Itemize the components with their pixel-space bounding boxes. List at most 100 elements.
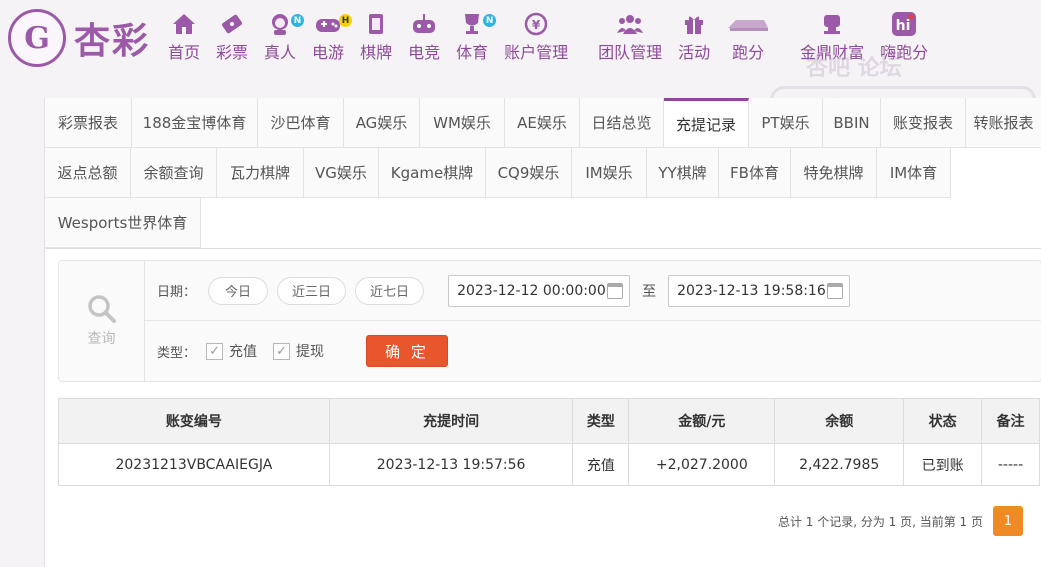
- col-time: 充提时间: [328, 398, 574, 444]
- checkmark-icon: ✓: [206, 342, 224, 360]
- start-date-input[interactable]: 2023-12-12 00:00:00: [448, 274, 631, 307]
- logo-emblem-icon: G: [8, 9, 66, 67]
- tab-fb-sports[interactable]: FB体育: [719, 148, 791, 198]
- nav-label: 跑分: [732, 43, 765, 62]
- start-date-value: 2023-12-12 00:00:00: [457, 282, 606, 299]
- page-button-1[interactable]: 1: [993, 506, 1023, 536]
- cell-amount: +2,027.2000: [628, 443, 776, 486]
- svg-text:¥: ¥: [532, 18, 541, 32]
- account-icon: ¥: [521, 10, 551, 38]
- pagination: 总计 1 个记录, 分为 1 页, 当前第 1 页 1: [778, 506, 1023, 536]
- nav-esports[interactable]: 电竞: [400, 10, 448, 70]
- new-badge: N: [291, 14, 305, 27]
- nav-chess[interactable]: 棋牌: [352, 10, 400, 70]
- tab-deposit-withdraw-records[interactable]: 充提记录: [664, 98, 749, 148]
- query-button[interactable]: 查询: [59, 261, 145, 381]
- nav-label: 金鼎财富: [800, 43, 865, 62]
- nav-slots[interactable]: 电游 H: [304, 10, 353, 70]
- quick-3days-button[interactable]: 近三日: [277, 276, 347, 305]
- nav-lottery[interactable]: 彩票: [208, 10, 256, 70]
- quick-7days-button[interactable]: 近七日: [355, 276, 425, 305]
- dealer-icon: [265, 10, 295, 38]
- tab-bbin[interactable]: BBIN: [823, 98, 881, 148]
- nav-label: 团队管理: [598, 43, 663, 62]
- nav-label: 账户管理: [504, 43, 569, 62]
- col-amount: 金额/元: [628, 398, 776, 444]
- quick-today-button[interactable]: 今日: [208, 276, 269, 305]
- type-withdraw-checkbox[interactable]: ✓ 提现: [273, 341, 324, 361]
- tab-balance-query[interactable]: 余额查询: [131, 148, 217, 198]
- team-icon: [615, 10, 645, 38]
- col-balance: 余额: [774, 398, 905, 444]
- nav-race[interactable]: 跑分: [718, 10, 778, 70]
- cell-remark: -----: [981, 443, 1040, 486]
- tab-kgame-chess[interactable]: Kgame棋牌: [379, 148, 486, 198]
- calendar-icon: [827, 282, 844, 299]
- table-header-row: 账变编号 充提时间 类型 金额/元 余额 状态 备注: [58, 398, 1040, 444]
- report-tabs: 彩票报表 188金宝博体育 沙巴体育 AG娱乐 WM娱乐 AE娱乐 日结总览 充…: [45, 98, 1041, 249]
- date-row: 日期： 今日 近三日 近七日 2023-12-12 00:00:00 至 202…: [145, 261, 1041, 321]
- svg-text:hi: hi: [896, 18, 911, 34]
- tab-rebate-total[interactable]: 返点总额: [45, 148, 131, 198]
- nav-label: 棋牌: [360, 43, 393, 62]
- tab-balance-change-report[interactable]: 账变报表: [881, 98, 966, 148]
- nav-label: 彩票: [216, 43, 249, 62]
- cell-status: 已到账: [903, 443, 983, 486]
- tab-saba-sports[interactable]: 沙巴体育: [258, 98, 344, 148]
- cell-time: 2023-12-13 19:57:56: [328, 443, 574, 486]
- query-label: 查询: [87, 331, 116, 347]
- tab-wm[interactable]: WM娱乐: [420, 98, 505, 148]
- date-label: 日期：: [157, 285, 197, 300]
- tab-wesports[interactable]: Wesports世界体育: [45, 198, 201, 248]
- end-date-input[interactable]: 2023-12-13 19:58:16: [668, 274, 851, 307]
- tab-im[interactable]: IM娱乐: [572, 148, 647, 198]
- nav-label: 电游: [312, 43, 345, 62]
- col-remark: 备注: [981, 398, 1040, 444]
- main-nav: 首页 彩票 真人 N 电游 H 棋牌 电竞 体育 N ¥ 账户管理 团队管理 活…: [160, 10, 936, 70]
- calendar-icon: [607, 282, 624, 299]
- cards-icon: [361, 10, 391, 38]
- records-table: 账变编号 充提时间 类型 金额/元 余额 状态 备注 20231213VBCAA…: [58, 398, 1040, 486]
- nav-account[interactable]: ¥ 账户管理: [496, 10, 576, 70]
- tab-transfer-report[interactable]: 转账报表: [966, 98, 1041, 148]
- trophy-icon: [457, 10, 487, 38]
- nav-home[interactable]: 首页: [160, 10, 208, 70]
- wealth-icon: [817, 10, 847, 38]
- tab-wali-chess[interactable]: 瓦力棋牌: [217, 148, 304, 198]
- tab-ag[interactable]: AG娱乐: [344, 98, 420, 148]
- tab-lottery-report[interactable]: 彩票报表: [45, 98, 132, 148]
- nav-hi-race[interactable]: hi 嗨跑分: [872, 10, 936, 70]
- tab-ae[interactable]: AE娱乐: [505, 98, 580, 148]
- checkmark-icon: ✓: [273, 342, 291, 360]
- table-row: 20231213VBCAAIEGJA 2023-12-13 19:57:56 充…: [58, 443, 1040, 486]
- tab-temian-chess[interactable]: 特免棋牌: [791, 148, 877, 198]
- nav-wealth[interactable]: 金鼎财富: [792, 10, 872, 70]
- type-deposit-label: 充值: [229, 344, 258, 360]
- tab-row-3: Wesports世界体育: [45, 198, 1041, 248]
- nav-live[interactable]: 真人 N: [256, 10, 305, 70]
- type-label: 类型：: [157, 345, 197, 361]
- top-header: G 杏彩 首页 彩票 真人 N 电游 H 棋牌 电竞 体育 N ¥ 账户管理 团…: [0, 0, 1041, 138]
- type-deposit-checkbox[interactable]: ✓ 充值: [206, 341, 257, 361]
- tab-im-sports[interactable]: IM体育: [877, 148, 951, 198]
- hot-badge: H: [339, 14, 353, 27]
- nav-sports[interactable]: 体育 N: [448, 10, 497, 70]
- new-badge: N: [483, 14, 497, 27]
- tab-pt[interactable]: PT娱乐: [749, 98, 823, 148]
- site-logo[interactable]: G 杏彩: [8, 8, 160, 68]
- tab-daily-overview[interactable]: 日结总览: [580, 98, 664, 148]
- nav-team[interactable]: 团队管理: [590, 10, 670, 70]
- tab-yy-chess[interactable]: YY棋牌: [647, 148, 719, 198]
- tab-cq9[interactable]: CQ9娱乐: [486, 148, 572, 198]
- col-status: 状态: [903, 398, 983, 444]
- tab-vg[interactable]: VG娱乐: [304, 148, 379, 198]
- pagination-summary: 总计 1 个记录, 分为 1 页, 当前第 1 页: [777, 514, 983, 529]
- nav-activity[interactable]: 活动: [670, 10, 718, 70]
- ticket-icon: [217, 10, 247, 38]
- tab-188-sports[interactable]: 188金宝博体育: [132, 98, 258, 148]
- tab-row-2: 返点总额 余额查询 瓦力棋牌 VG娱乐 Kgame棋牌 CQ9娱乐 IM娱乐 Y…: [45, 148, 1041, 198]
- race-icon: [726, 10, 770, 38]
- confirm-button[interactable]: 确 定: [366, 335, 449, 367]
- end-date-value: 2023-12-13 19:58:16: [677, 282, 826, 299]
- nav-label: 体育: [456, 43, 489, 62]
